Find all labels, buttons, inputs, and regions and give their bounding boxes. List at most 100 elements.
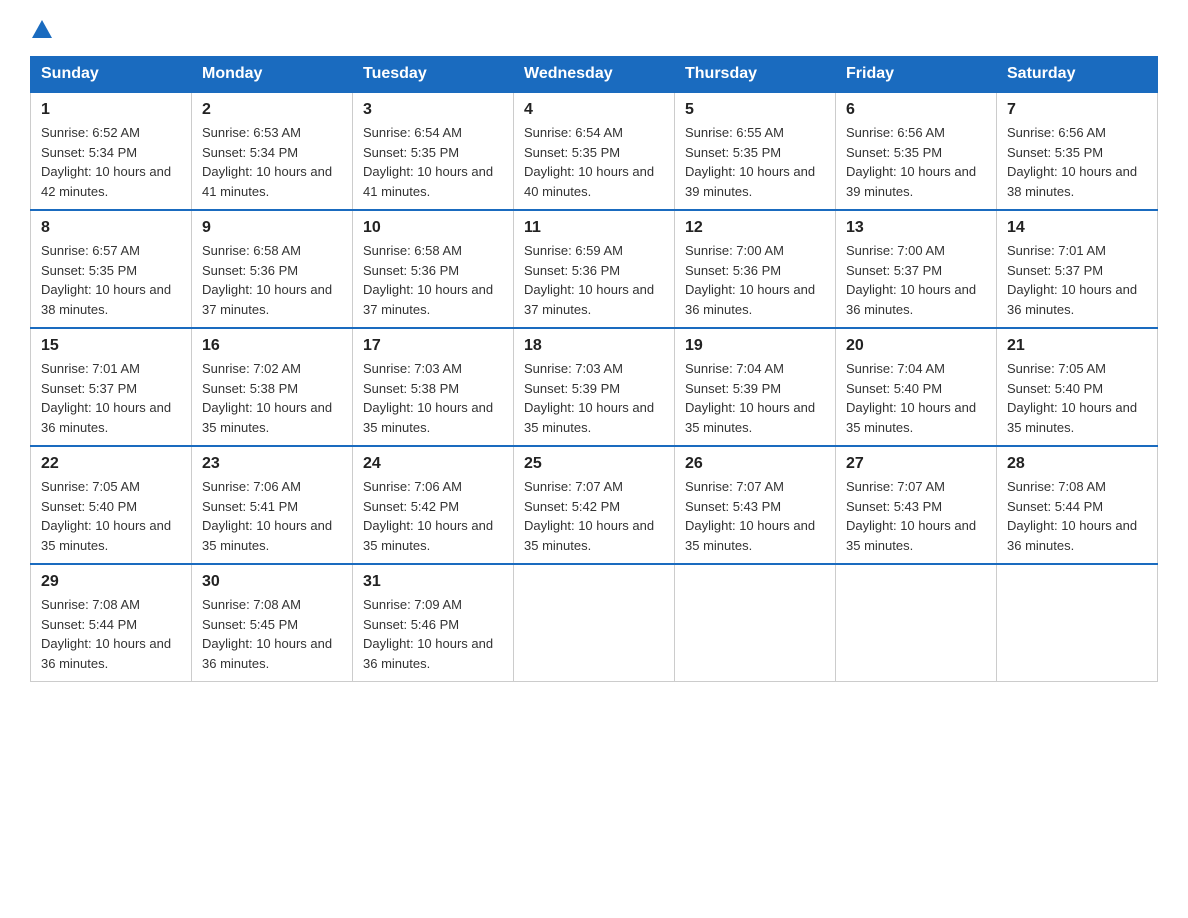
calendar-cell: 21 Sunrise: 7:05 AMSunset: 5:40 PMDaylig…: [997, 328, 1158, 446]
calendar-cell: 1 Sunrise: 6:52 AMSunset: 5:34 PMDayligh…: [31, 92, 192, 210]
calendar-cell: 8 Sunrise: 6:57 AMSunset: 5:35 PMDayligh…: [31, 210, 192, 328]
day-number: 26: [685, 455, 825, 473]
day-number: 2: [202, 101, 342, 119]
day-number: 1: [41, 101, 181, 119]
day-info: Sunrise: 6:54 AMSunset: 5:35 PMDaylight:…: [363, 125, 493, 199]
calendar-cell: 28 Sunrise: 7:08 AMSunset: 5:44 PMDaylig…: [997, 446, 1158, 564]
calendar-cell: 31 Sunrise: 7:09 AMSunset: 5:46 PMDaylig…: [353, 564, 514, 682]
calendar-cell: 18 Sunrise: 7:03 AMSunset: 5:39 PMDaylig…: [514, 328, 675, 446]
calendar-cell: 19 Sunrise: 7:04 AMSunset: 5:39 PMDaylig…: [675, 328, 836, 446]
day-number: 25: [524, 455, 664, 473]
calendar-cell: 12 Sunrise: 7:00 AMSunset: 5:36 PMDaylig…: [675, 210, 836, 328]
calendar-cell: 7 Sunrise: 6:56 AMSunset: 5:35 PMDayligh…: [997, 92, 1158, 210]
calendar-cell: 6 Sunrise: 6:56 AMSunset: 5:35 PMDayligh…: [836, 92, 997, 210]
day-info: Sunrise: 6:58 AMSunset: 5:36 PMDaylight:…: [363, 243, 493, 317]
day-info: Sunrise: 7:00 AMSunset: 5:36 PMDaylight:…: [685, 243, 815, 317]
day-info: Sunrise: 7:05 AMSunset: 5:40 PMDaylight:…: [1007, 361, 1137, 435]
day-number: 8: [41, 219, 181, 237]
day-number: 4: [524, 101, 664, 119]
header-sunday: Sunday: [31, 57, 192, 93]
day-info: Sunrise: 7:08 AMSunset: 5:44 PMDaylight:…: [1007, 479, 1137, 553]
logo-icon: [30, 20, 52, 36]
day-info: Sunrise: 6:56 AMSunset: 5:35 PMDaylight:…: [846, 125, 976, 199]
week-row-5: 29 Sunrise: 7:08 AMSunset: 5:44 PMDaylig…: [31, 564, 1158, 682]
calendar-cell: 20 Sunrise: 7:04 AMSunset: 5:40 PMDaylig…: [836, 328, 997, 446]
calendar-cell: 11 Sunrise: 6:59 AMSunset: 5:36 PMDaylig…: [514, 210, 675, 328]
day-info: Sunrise: 7:03 AMSunset: 5:39 PMDaylight:…: [524, 361, 654, 435]
day-info: Sunrise: 7:02 AMSunset: 5:38 PMDaylight:…: [202, 361, 332, 435]
day-info: Sunrise: 7:07 AMSunset: 5:43 PMDaylight:…: [846, 479, 976, 553]
calendar-cell: [514, 564, 675, 682]
day-info: Sunrise: 6:58 AMSunset: 5:36 PMDaylight:…: [202, 243, 332, 317]
header-friday: Friday: [836, 57, 997, 93]
day-number: 5: [685, 101, 825, 119]
day-number: 11: [524, 219, 664, 237]
day-info: Sunrise: 6:52 AMSunset: 5:34 PMDaylight:…: [41, 125, 171, 199]
day-info: Sunrise: 7:01 AMSunset: 5:37 PMDaylight:…: [1007, 243, 1137, 317]
day-number: 9: [202, 219, 342, 237]
calendar-cell: 5 Sunrise: 6:55 AMSunset: 5:35 PMDayligh…: [675, 92, 836, 210]
week-row-1: 1 Sunrise: 6:52 AMSunset: 5:34 PMDayligh…: [31, 92, 1158, 210]
calendar-cell: 14 Sunrise: 7:01 AMSunset: 5:37 PMDaylig…: [997, 210, 1158, 328]
day-number: 27: [846, 455, 986, 473]
day-info: Sunrise: 6:54 AMSunset: 5:35 PMDaylight:…: [524, 125, 654, 199]
day-number: 6: [846, 101, 986, 119]
day-number: 31: [363, 573, 503, 591]
day-number: 18: [524, 337, 664, 355]
calendar-cell: 10 Sunrise: 6:58 AMSunset: 5:36 PMDaylig…: [353, 210, 514, 328]
calendar-header-row: SundayMondayTuesdayWednesdayThursdayFrid…: [31, 57, 1158, 93]
calendar-cell: [997, 564, 1158, 682]
week-row-2: 8 Sunrise: 6:57 AMSunset: 5:35 PMDayligh…: [31, 210, 1158, 328]
day-info: Sunrise: 7:06 AMSunset: 5:42 PMDaylight:…: [363, 479, 493, 553]
calendar-cell: 16 Sunrise: 7:02 AMSunset: 5:38 PMDaylig…: [192, 328, 353, 446]
calendar-cell: 23 Sunrise: 7:06 AMSunset: 5:41 PMDaylig…: [192, 446, 353, 564]
day-number: 12: [685, 219, 825, 237]
day-info: Sunrise: 7:08 AMSunset: 5:44 PMDaylight:…: [41, 597, 171, 671]
day-info: Sunrise: 6:55 AMSunset: 5:35 PMDaylight:…: [685, 125, 815, 199]
day-number: 17: [363, 337, 503, 355]
week-row-3: 15 Sunrise: 7:01 AMSunset: 5:37 PMDaylig…: [31, 328, 1158, 446]
day-number: 16: [202, 337, 342, 355]
day-number: 15: [41, 337, 181, 355]
calendar-table: SundayMondayTuesdayWednesdayThursdayFrid…: [30, 56, 1158, 682]
day-number: 10: [363, 219, 503, 237]
calendar-cell: 13 Sunrise: 7:00 AMSunset: 5:37 PMDaylig…: [836, 210, 997, 328]
day-info: Sunrise: 7:09 AMSunset: 5:46 PMDaylight:…: [363, 597, 493, 671]
calendar-cell: 17 Sunrise: 7:03 AMSunset: 5:38 PMDaylig…: [353, 328, 514, 446]
day-number: 24: [363, 455, 503, 473]
logo-triangle-icon: [32, 20, 52, 38]
day-number: 19: [685, 337, 825, 355]
day-number: 7: [1007, 101, 1147, 119]
day-info: Sunrise: 6:57 AMSunset: 5:35 PMDaylight:…: [41, 243, 171, 317]
calendar-cell: 15 Sunrise: 7:01 AMSunset: 5:37 PMDaylig…: [31, 328, 192, 446]
day-number: 23: [202, 455, 342, 473]
day-info: Sunrise: 7:03 AMSunset: 5:38 PMDaylight:…: [363, 361, 493, 435]
day-number: 30: [202, 573, 342, 591]
page-header: [30, 20, 1158, 36]
day-info: Sunrise: 7:04 AMSunset: 5:39 PMDaylight:…: [685, 361, 815, 435]
header-tuesday: Tuesday: [353, 57, 514, 93]
calendar-cell: 29 Sunrise: 7:08 AMSunset: 5:44 PMDaylig…: [31, 564, 192, 682]
day-info: Sunrise: 7:01 AMSunset: 5:37 PMDaylight:…: [41, 361, 171, 435]
calendar-cell: 24 Sunrise: 7:06 AMSunset: 5:42 PMDaylig…: [353, 446, 514, 564]
day-number: 13: [846, 219, 986, 237]
day-info: Sunrise: 7:07 AMSunset: 5:42 PMDaylight:…: [524, 479, 654, 553]
calendar-cell: 26 Sunrise: 7:07 AMSunset: 5:43 PMDaylig…: [675, 446, 836, 564]
logo: [30, 20, 52, 36]
day-number: 3: [363, 101, 503, 119]
calendar-cell: 22 Sunrise: 7:05 AMSunset: 5:40 PMDaylig…: [31, 446, 192, 564]
day-info: Sunrise: 6:56 AMSunset: 5:35 PMDaylight:…: [1007, 125, 1137, 199]
day-number: 20: [846, 337, 986, 355]
calendar-cell: 2 Sunrise: 6:53 AMSunset: 5:34 PMDayligh…: [192, 92, 353, 210]
calendar-cell: 9 Sunrise: 6:58 AMSunset: 5:36 PMDayligh…: [192, 210, 353, 328]
calendar-cell: 27 Sunrise: 7:07 AMSunset: 5:43 PMDaylig…: [836, 446, 997, 564]
day-info: Sunrise: 7:07 AMSunset: 5:43 PMDaylight:…: [685, 479, 815, 553]
header-wednesday: Wednesday: [514, 57, 675, 93]
calendar-cell: [836, 564, 997, 682]
header-monday: Monday: [192, 57, 353, 93]
day-info: Sunrise: 7:04 AMSunset: 5:40 PMDaylight:…: [846, 361, 976, 435]
day-info: Sunrise: 6:59 AMSunset: 5:36 PMDaylight:…: [524, 243, 654, 317]
calendar-cell: 4 Sunrise: 6:54 AMSunset: 5:35 PMDayligh…: [514, 92, 675, 210]
day-info: Sunrise: 7:06 AMSunset: 5:41 PMDaylight:…: [202, 479, 332, 553]
header-thursday: Thursday: [675, 57, 836, 93]
